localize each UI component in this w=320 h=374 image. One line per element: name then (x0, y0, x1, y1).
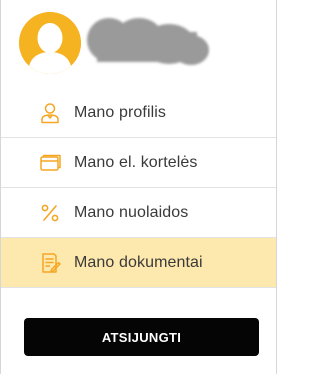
menu-item-label: Mano el. kortelės (74, 153, 198, 171)
percent-icon (39, 202, 61, 224)
card-icon (39, 152, 61, 174)
user-icon (39, 102, 61, 124)
user-avatar-icon[interactable] (19, 12, 81, 74)
menu-item-label: Mano nuolaidos (74, 203, 189, 221)
document-icon (39, 252, 61, 274)
menu-item-label: Mano dokumentai (74, 253, 203, 271)
menu-item-label: Mano profilis (74, 103, 167, 121)
logout-button[interactable]: ATSIJUNGTI (24, 318, 259, 356)
menu-item-discounts[interactable]: Mano nuolaidos (1, 188, 276, 238)
menu-item-profile[interactable]: Mano profilis (1, 88, 276, 138)
account-menu: Mano profilis Mano el. kortelės Mano nuo… (1, 88, 276, 288)
menu-item-cards[interactable]: Mano el. kortelės (1, 138, 276, 188)
menu-item-documents[interactable]: Mano dokumentai (1, 238, 276, 288)
profile-header (1, 0, 276, 88)
user-name-obscured (87, 14, 209, 68)
account-menu-panel: Mano profilis Mano el. kortelės Mano nuo… (0, 0, 277, 374)
